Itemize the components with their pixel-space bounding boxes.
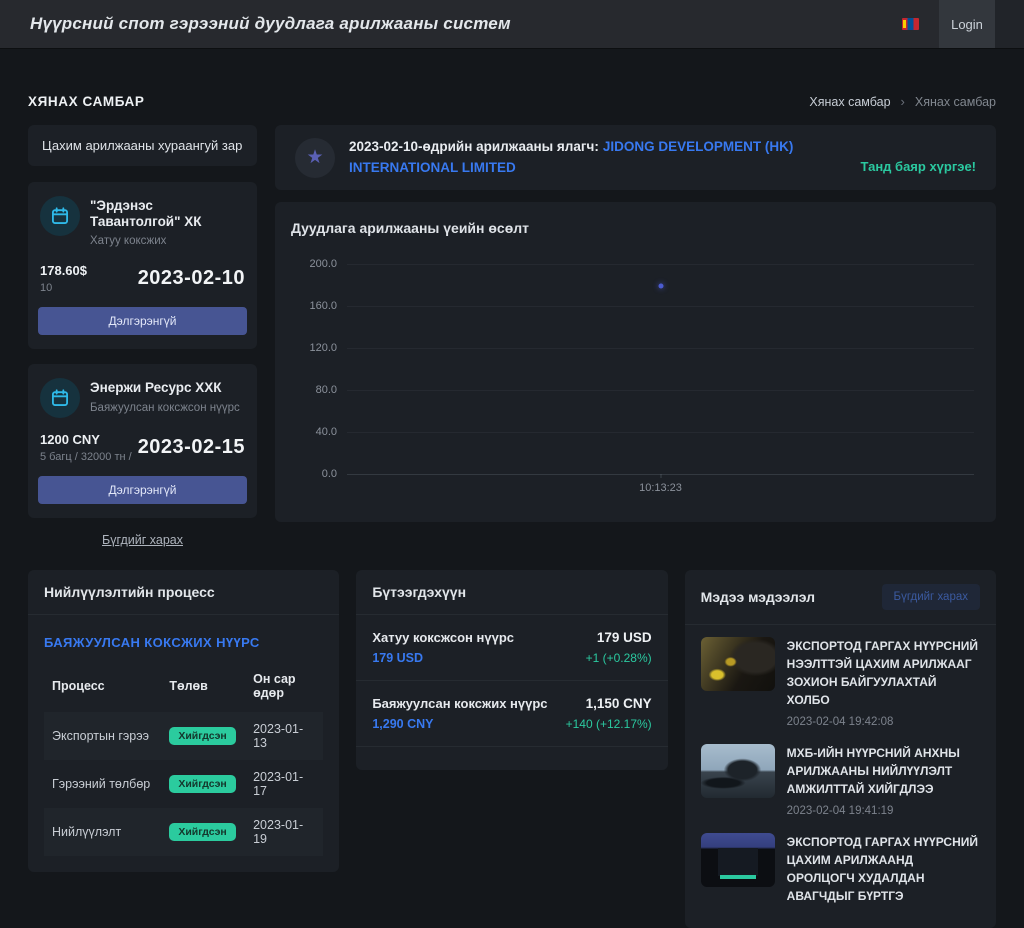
product-price: 179 USD [586, 630, 652, 645]
star-icon: ★ [295, 138, 335, 178]
breadcrumb: Хянах самбар › Хянах самбар [809, 94, 996, 109]
product-price: 1,150 CNY [566, 696, 652, 711]
process-subtitle: БАЯЖУУЛСАН КОКСЖИХ НҮҮРС [44, 635, 323, 650]
page-header: ХЯНАХ САМБАР Хянах самбар › Хянах самбар [28, 94, 996, 109]
status-badge: Хийгдсэн [169, 775, 235, 793]
navbar-end-spacer [995, 0, 1024, 48]
sidebar: Цахим арилжааны хураангуй зар [28, 125, 257, 547]
products-panel: Бүтээгдэхүүн Хатуу коксжсон нүүрс 179 US… [356, 570, 667, 770]
dashboard-main: ★ 2023-02-10-өдрийн арилжааны ялагч:JIDO… [275, 125, 996, 522]
panel-title: Мэдээ мэдээлэл [701, 589, 815, 605]
app-root: Нүүрсний спот гэрээний дуудлага арилжаан… [0, 0, 1024, 928]
details-button[interactable]: Дэлгэрэнгүй [38, 476, 247, 504]
product-row: Хатуу коксжсон нүүрс 179 USD 179 USD +1 … [356, 615, 667, 681]
mongolian-flag-icon[interactable] [902, 18, 919, 30]
news-item[interactable]: МХБ-ИЙН НҮҮРСНИЙ АНХНЫ АРИЛЖААНЫ НИЙЛҮҮЛ… [701, 744, 980, 817]
column-header: Төлөв [161, 666, 245, 712]
product-row: Баяжуулсан коксжих нүүрс 1,290 CNY 1,150… [356, 681, 667, 747]
table-row: Экспортын гэрээ Хийгдсэн 2023-01-13 [44, 712, 323, 760]
status-badge: Хийгдсэн [169, 727, 235, 745]
chart-card: Дуудлага арилжааны үеийн өсөлт 200.0160.… [275, 202, 996, 522]
product-type: Баяжуулсан коксжсон нүүрс [90, 401, 240, 416]
process-name: Экспортын гэрээ [44, 712, 161, 760]
calendar-icon [40, 196, 80, 236]
news-title: ЭКСПОРТОД ГАРГАХ НҮҮРСНИЙ НЭЭЛТТЭЙ ЦАХИМ… [787, 637, 980, 709]
summary-title: Цахим арилжааны хураангуй зар [42, 138, 242, 153]
table-row: Нийлүүлэлт Хийгдсэн 2023-01-19 [44, 808, 323, 856]
news-item[interactable]: ЭКСПОРТОД ГАРГАХ НҮҮРСНИЙ НЭЭЛТТЭЙ ЦАХИМ… [701, 637, 980, 728]
panel-title: Бүтээгдэхүүн [372, 584, 466, 600]
login-button[interactable]: Login [939, 0, 995, 48]
details-button[interactable]: Дэлгэрэнгүй [38, 307, 247, 335]
column-header: Процесс [44, 666, 161, 712]
news-title: ЭКСПОРТОД ГАРГАХ НҮҮРСНИЙ ЦАХИМ АРИЛЖААН… [787, 833, 980, 905]
process-date: 2023-01-13 [245, 712, 323, 760]
chart-title: Дуудлага арилжааны үеийн өсөлт [291, 220, 980, 236]
news-date: 2023-02-04 19:41:19 [787, 805, 980, 817]
summary-header-card: Цахим арилжааны хураангуй зар [28, 125, 257, 166]
auction-date: 2023-02-10 [138, 267, 245, 290]
product-change: +140 (+12.17%) [566, 717, 652, 731]
banner-message: 2023-02-10-өдрийн арилжааны ялагч: [349, 139, 599, 154]
app-title: Нүүрсний спот гэрээний дуудлага арилжаан… [0, 14, 902, 34]
company-name: "Эрдэнэс Тавантолгой" ХК [90, 198, 245, 230]
process-date: 2023-01-19 [245, 808, 323, 856]
news-panel: Мэдээ мэдээлэл Бүгдийг харах ЭКСПОРТОД Г… [685, 570, 996, 928]
panel-title: Нийлүүлэлтийн процесс [44, 584, 215, 600]
auction-card: Энержи Ресурс ХХК Баяжуулсан коксжсон нү… [28, 364, 257, 518]
news-view-all-button[interactable]: Бүгдийг харах [882, 584, 980, 610]
congrats-text: Танд баяр хүргэе! [860, 159, 976, 180]
product-alt-price: 1,290 CNY [372, 717, 547, 731]
auction-date: 2023-02-15 [138, 436, 245, 459]
column-header: Он сар өдөр [245, 666, 323, 712]
product-type: Хатуу коксжих [90, 234, 245, 249]
table-row: Гэрээний төлбөр Хийгдсэн 2023-01-17 [44, 760, 323, 808]
auction-price-sub: 10 [40, 282, 87, 294]
product-name: Хатуу коксжсон нүүрс [372, 630, 514, 645]
product-name: Баяжуулсан коксжих нүүрс [372, 696, 547, 711]
status-badge: Хийгдсэн [169, 823, 235, 841]
calendar-icon [40, 378, 80, 418]
main-content: ХЯНАХ САМБАР Хянах самбар › Хянах самбар… [0, 94, 1024, 928]
news-date: 2023-02-04 19:42:08 [787, 716, 980, 728]
process-name: Гэрээний төлбөр [44, 760, 161, 808]
product-alt-price: 179 USD [372, 651, 514, 665]
news-thumbnail-truck [701, 744, 775, 798]
product-change: +1 (+0.28%) [586, 651, 652, 665]
breadcrumb-item-current: Хянах самбар [915, 95, 996, 109]
auction-price-sub: 5 багц / 32000 тн / [40, 451, 132, 463]
chevron-right-icon: › [901, 94, 905, 109]
auction-price: 1200 CNY [40, 432, 132, 447]
auction-price: 178.60$ [40, 263, 87, 278]
top-navbar: Нүүрсний спот гэрээний дуудлага арилжаан… [0, 0, 1024, 48]
process-table: Процесс Төлөв Он сар өдөр Экспортын гэрэ… [44, 666, 323, 856]
view-all-link[interactable]: Бүгдийг харах [28, 533, 257, 547]
breadcrumb-item-home[interactable]: Хянах самбар [809, 95, 890, 109]
company-name: Энержи Ресурс ХХК [90, 380, 240, 396]
news-thumbnail-app [701, 833, 775, 887]
news-item[interactable]: ЭКСПОРТОД ГАРГАХ НҮҮРСНИЙ ЦАХИМ АРИЛЖААН… [701, 833, 980, 912]
news-thumbnail-coal [701, 637, 775, 691]
auction-growth-chart: 200.0160.0120.080.040.00.010:13:23 [291, 264, 980, 508]
supply-process-panel: Нийлүүлэлтийн процесс БАЯЖУУЛСАН КОКСЖИХ… [28, 570, 339, 872]
process-name: Нийлүүлэлт [44, 808, 161, 856]
news-title: МХБ-ИЙН НҮҮРСНИЙ АНХНЫ АРИЛЖААНЫ НИЙЛҮҮЛ… [787, 744, 980, 798]
page-title: ХЯНАХ САМБАР [28, 94, 145, 109]
winner-banner: ★ 2023-02-10-өдрийн арилжааны ялагч:JIDO… [275, 125, 996, 190]
auction-card: "Эрдэнэс Тавантолгой" ХК Хатуу коксжих 1… [28, 182, 257, 349]
process-date: 2023-01-17 [245, 760, 323, 808]
